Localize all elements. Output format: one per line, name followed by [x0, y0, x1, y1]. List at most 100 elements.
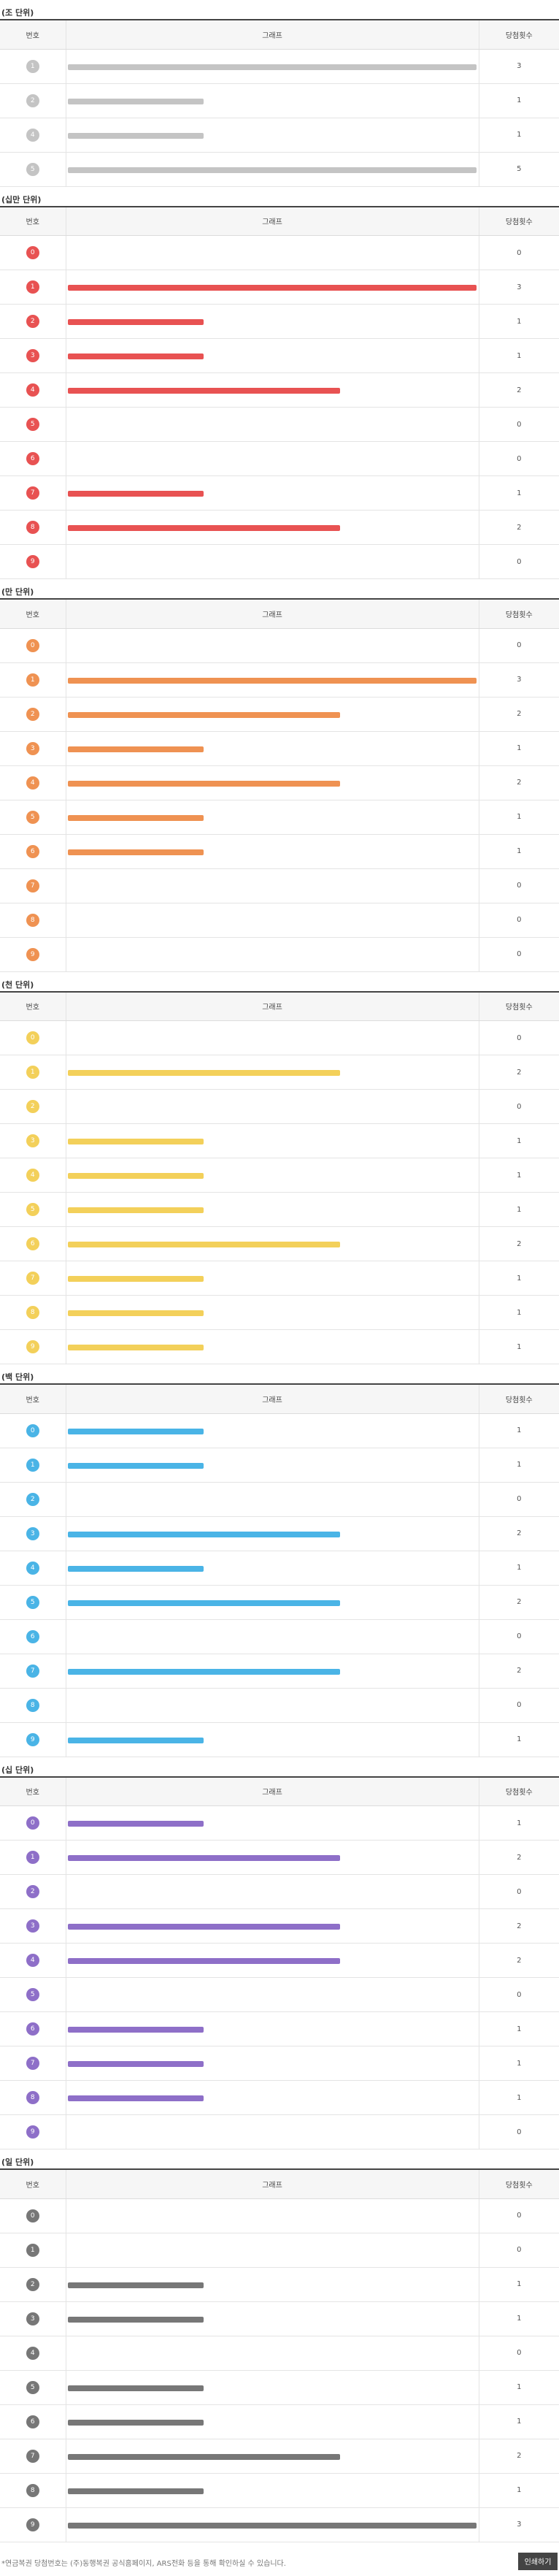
number-ball: 0	[26, 246, 39, 259]
win-count: 0	[479, 937, 559, 972]
win-count: 2	[479, 372, 559, 408]
win-count: 0	[479, 2336, 559, 2371]
col-header-count: 당첨횟수	[479, 205, 559, 236]
count-bar	[67, 2522, 477, 2529]
number-ball: 2	[26, 2277, 39, 2291]
count-bar	[67, 1345, 204, 1350]
number-ball: 8	[26, 521, 39, 534]
count-bar	[67, 1600, 340, 1606]
win-count: 3	[479, 49, 559, 84]
number-ball: 7	[26, 1272, 39, 1285]
number-ball: 1	[26, 2243, 39, 2257]
table-row: 90	[0, 937, 559, 972]
print-button[interactable]: 인쇄하기	[518, 2552, 558, 2570]
number-ball: 5	[26, 162, 39, 176]
number-ball: 6	[26, 1629, 39, 1643]
col-header-graph: 그래프	[65, 2168, 479, 2199]
count-bar	[67, 1821, 204, 1827]
count-bar	[67, 2282, 204, 2288]
col-header-graph: 그래프	[65, 990, 479, 1021]
number-ball: 7	[26, 2449, 39, 2463]
section-title: (천 단위)	[1, 979, 34, 990]
number-ball: 3	[26, 1919, 39, 1933]
win-count: 1	[479, 118, 559, 153]
table-row: 41	[0, 118, 559, 153]
number-ball: 2	[26, 315, 39, 328]
count-bar	[67, 319, 204, 325]
number-ball: 5	[26, 1203, 39, 1216]
win-count: 2	[479, 1908, 559, 1944]
count-bar	[67, 814, 204, 821]
count-bar	[67, 780, 340, 787]
table-row: 00	[0, 1020, 559, 1055]
table-row: 93	[0, 2507, 559, 2542]
win-count: 1	[479, 834, 559, 869]
section-title: (십 단위)	[1, 1765, 34, 1775]
number-ball: 4	[26, 1169, 39, 1182]
count-bar	[67, 1428, 204, 1434]
table-row: 31	[0, 338, 559, 373]
count-bar	[67, 711, 340, 718]
count-bar	[67, 1207, 204, 1213]
number-ball: 6	[26, 2022, 39, 2036]
number-ball: 2	[26, 1100, 39, 1113]
number-ball: 9	[26, 1732, 39, 1746]
digit-section: (천 단위) 번호 그래프 당첨횟수 0 0 1 2 2 0 3 1 4 1 5 1 6 2 7 1 8 1 9 1	[0, 972, 559, 1364]
count-bar	[67, 1276, 204, 1282]
win-count: 1	[479, 2404, 559, 2439]
stats-table: 번호 그래프 당첨횟수 0 0 1 3 2 2 3 1 4 2 5 1 6 1 7 0 8 0 9 0	[0, 598, 559, 972]
table-row: 41	[0, 1551, 559, 1586]
win-count: 0	[479, 407, 559, 442]
table-row: 42	[0, 1943, 559, 1978]
table-row: 90	[0, 544, 559, 579]
win-count: 1	[479, 83, 559, 118]
col-header-graph: 그래프	[65, 598, 479, 629]
number-ball: 2	[26, 707, 39, 721]
number-ball: 4	[26, 128, 39, 142]
count-bar	[67, 525, 340, 531]
count-bar	[67, 1565, 204, 1572]
table-row: 21	[0, 2267, 559, 2302]
number-ball: 6	[26, 844, 39, 858]
col-header-graph: 그래프	[65, 1776, 479, 1806]
table-row: 55	[0, 152, 559, 187]
col-header-count: 당첨횟수	[479, 1776, 559, 1806]
digit-section: (조 단위) 번호 그래프 당첨횟수 1 3 2 1 4 1 5 5	[0, 0, 559, 187]
number-ball: 0	[26, 638, 39, 652]
win-count: 1	[479, 1329, 559, 1364]
table-row: 01	[0, 1805, 559, 1841]
win-count: 0	[479, 1482, 559, 1517]
number-ball: 6	[26, 2415, 39, 2428]
stats-table: 번호 그래프 당첨횟수 0 0 1 2 2 0 3 1 4 1 5 1 6 2 7 1 8 1 9 1	[0, 990, 559, 1364]
table-row: 31	[0, 1123, 559, 1158]
col-header-number: 번호	[0, 1383, 66, 1414]
stats-table: 번호 그래프 당첨횟수 0 1 1 1 2 0 3 2 4 1 5 2 6 0 7 2 8 0 9 1	[0, 1383, 559, 1757]
table-row: 32	[0, 1908, 559, 1944]
count-bar	[67, 1668, 340, 1675]
number-ball: 1	[26, 59, 39, 73]
col-header-graph: 그래프	[65, 205, 479, 236]
table-row: 51	[0, 2370, 559, 2405]
win-count: 0	[479, 868, 559, 903]
count-bar	[67, 677, 477, 684]
stats-table: 번호 그래프 당첨횟수 1 3 2 1 4 1 5 5	[0, 19, 559, 187]
table-row: 72	[0, 1654, 559, 1689]
number-ball: 4	[26, 1561, 39, 1575]
win-count: 0	[479, 441, 559, 476]
count-bar	[67, 2385, 204, 2391]
table-row: 81	[0, 2080, 559, 2115]
table-row: 31	[0, 731, 559, 766]
count-bar	[67, 1070, 340, 1076]
col-header-number: 번호	[0, 2168, 66, 2199]
table-row: 81	[0, 1295, 559, 1330]
count-bar	[67, 1855, 340, 1861]
table-row: 71	[0, 1261, 559, 1296]
win-count: 3	[479, 662, 559, 697]
count-bar	[67, 2027, 204, 2033]
win-count: 1	[479, 1551, 559, 1586]
win-count: 0	[479, 544, 559, 579]
col-header-number: 번호	[0, 990, 66, 1021]
win-count: 2	[479, 1226, 559, 1261]
table-row: 40	[0, 2336, 559, 2371]
win-count: 1	[479, 800, 559, 835]
